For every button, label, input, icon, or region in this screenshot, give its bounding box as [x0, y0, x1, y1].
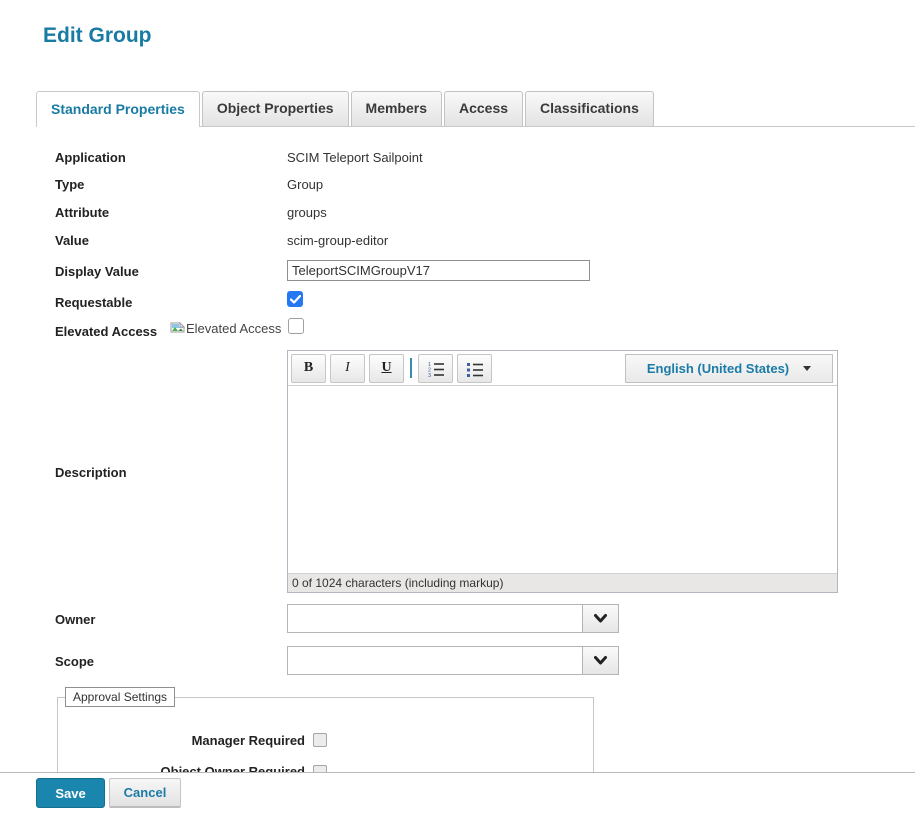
- bullet-list-icon: [465, 360, 484, 377]
- cancel-button[interactable]: Cancel: [109, 778, 181, 808]
- check-icon: [290, 295, 301, 304]
- save-button[interactable]: Save: [36, 778, 105, 808]
- tab-object-properties[interactable]: Object Properties: [202, 91, 349, 126]
- italic-button[interactable]: I: [330, 354, 365, 383]
- scope-input[interactable]: [287, 646, 583, 675]
- description-editor-body[interactable]: [288, 386, 837, 573]
- svg-text:3: 3: [428, 373, 431, 377]
- application-value: SCIM Teleport Sailpoint: [287, 150, 423, 165]
- requestable-label: Requestable: [55, 295, 132, 310]
- type-value: Group: [287, 177, 323, 192]
- tab-classifications[interactable]: Classifications: [525, 91, 654, 126]
- owner-dropdown-button[interactable]: [583, 604, 619, 633]
- attribute-value: groups: [287, 205, 327, 220]
- value-value: scim-group-editor: [287, 233, 388, 248]
- chevron-down-icon: [593, 613, 608, 624]
- language-selector[interactable]: English (United States): [625, 354, 833, 383]
- numbered-list-icon: 1 2 3: [426, 360, 445, 377]
- value-label: Value: [55, 233, 89, 248]
- type-label: Type: [55, 177, 84, 192]
- elevated-access-checkbox[interactable]: [288, 318, 304, 334]
- owner-combo: [287, 604, 619, 633]
- manager-required-checkbox[interactable]: [313, 733, 327, 747]
- owner-input[interactable]: [287, 604, 583, 633]
- manager-required-label: Manager Required: [55, 733, 305, 748]
- tab-members[interactable]: Members: [351, 91, 442, 126]
- scope-label: Scope: [55, 654, 94, 669]
- page-title: Edit Group: [43, 24, 152, 48]
- edit-group-page: Edit Group Standard Properties Object Pr…: [0, 0, 915, 819]
- application-label: Application: [55, 150, 126, 165]
- description-editor: B I U 1 2 3: [287, 350, 838, 593]
- display-value-input[interactable]: [287, 260, 590, 281]
- broken-image-icon: [170, 322, 185, 337]
- tab-strip: Standard Properties Object Properties Me…: [36, 92, 915, 127]
- button-bar: Save Cancel: [0, 772, 915, 819]
- bullet-list-button[interactable]: [457, 354, 492, 383]
- underline-button[interactable]: U: [369, 354, 404, 383]
- tab-access[interactable]: Access: [444, 91, 523, 126]
- owner-label: Owner: [55, 612, 95, 627]
- language-selector-label: English (United States): [647, 361, 789, 376]
- elevated-access-label: Elevated Access: [55, 324, 157, 339]
- attribute-label: Attribute: [55, 205, 109, 220]
- description-editor-toolbar: B I U 1 2 3: [288, 351, 837, 386]
- display-value-label: Display Value: [55, 264, 139, 279]
- elevated-access-image-alt: Elevated Access: [186, 321, 281, 336]
- toolbar-separator: [410, 358, 412, 378]
- elevated-access-broken-image: Elevated Access: [170, 321, 281, 337]
- caret-down-icon: [803, 366, 811, 371]
- description-char-counter: 0 of 1024 characters (including markup): [288, 573, 837, 592]
- description-label: Description: [55, 465, 127, 480]
- chevron-down-icon: [593, 655, 608, 666]
- scope-dropdown-button[interactable]: [583, 646, 619, 675]
- requestable-checkbox[interactable]: [287, 291, 303, 307]
- scope-combo: [287, 646, 619, 675]
- bold-button[interactable]: B: [291, 354, 326, 383]
- approval-settings-legend: Approval Settings: [65, 687, 175, 707]
- tab-standard-properties[interactable]: Standard Properties: [36, 91, 200, 127]
- numbered-list-button[interactable]: 1 2 3: [418, 354, 453, 383]
